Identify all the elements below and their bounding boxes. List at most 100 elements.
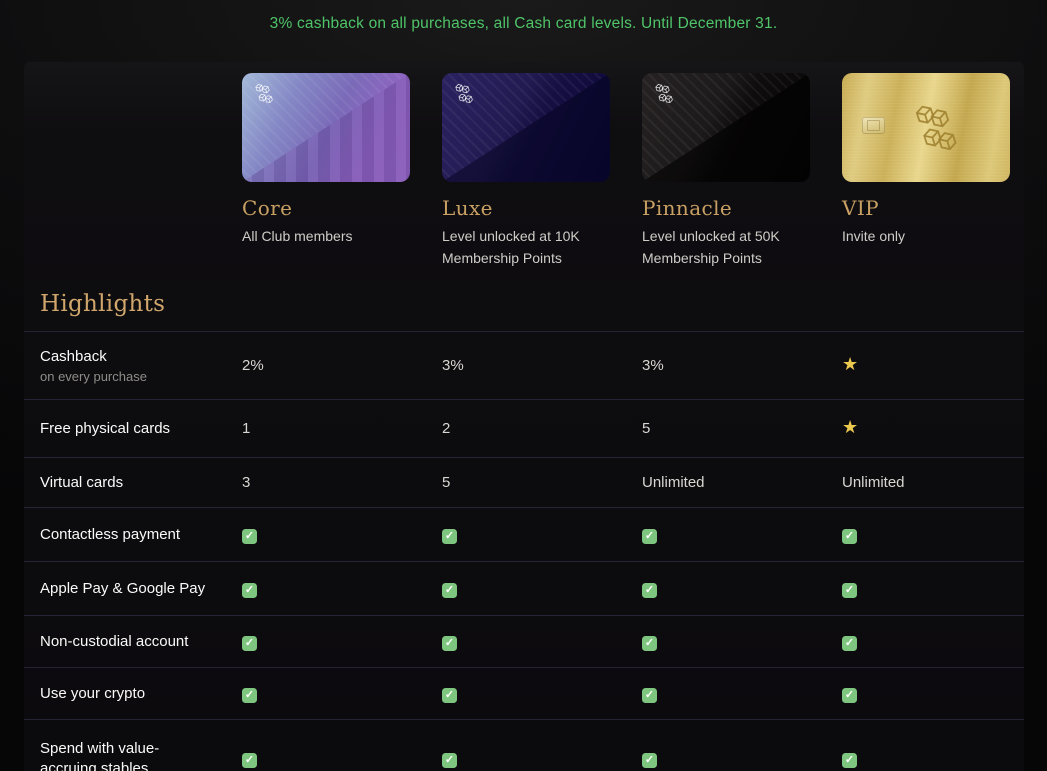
check-icon: ✓ [642, 753, 657, 768]
check-icon: ✓ [442, 753, 457, 768]
comparison-table: Cashback on every purchase 2%3%3%★ Free … [24, 331, 1024, 771]
card-name: Luxe [442, 195, 642, 221]
star-icon: ★ [842, 418, 858, 436]
row-label-cell: Free physical cards [24, 419, 242, 439]
check-icon: ✓ [842, 583, 857, 598]
card-description: Level unlocked at 10K Membership Points [442, 225, 607, 269]
brand-logo-icon [252, 81, 276, 107]
check-icon: ✓ [842, 529, 857, 544]
cell-value: 5 [642, 420, 842, 437]
cell-star: ★ [842, 356, 1024, 375]
check-icon: ✓ [842, 636, 857, 651]
cell-check: ✓ [642, 685, 842, 703]
row-label: Non-custodial account [40, 632, 212, 652]
card-artwork [242, 73, 410, 182]
card-name: Core [242, 195, 442, 221]
row-label-cell: Virtual cards [24, 473, 242, 493]
card-comparison-panel: Core All Club members Luxe Level unlocke… [24, 62, 1024, 771]
check-icon: ✓ [442, 688, 457, 703]
cell-value: 2 [442, 420, 642, 437]
cell-check: ✓ [642, 633, 842, 651]
cell-value: 2% [242, 357, 442, 374]
cell-value: 1 [242, 420, 442, 437]
check-icon: ✓ [642, 688, 657, 703]
table-row: Virtual cards 35UnlimitedUnlimited [24, 458, 1024, 508]
row-label: Free physical cards [40, 419, 212, 439]
cell-check: ✓ [442, 750, 642, 768]
check-icon: ✓ [242, 688, 257, 703]
card-column: Core All Club members [242, 73, 442, 247]
row-label: Spend with value-accruing stables [40, 739, 212, 771]
table-row: Cashback on every purchase 2%3%3%★ [24, 332, 1024, 400]
table-row: Free physical cards 125★ [24, 400, 1024, 458]
card-artwork [442, 73, 610, 182]
cell-check: ✓ [242, 750, 442, 768]
emv-chip-icon [862, 117, 885, 134]
cell-check: ✓ [842, 633, 1024, 651]
card-column: Pinnacle Level unlocked at 50K Membershi… [642, 73, 842, 269]
check-icon: ✓ [642, 529, 657, 544]
check-icon: ✓ [442, 583, 457, 598]
cell-check: ✓ [842, 580, 1024, 598]
card-description: Level unlocked at 50K Membership Points [642, 225, 807, 269]
check-icon: ✓ [842, 688, 857, 703]
check-icon: ✓ [442, 636, 457, 651]
table-row: Non-custodial account ✓ ✓ ✓ ✓ [24, 616, 1024, 668]
card-name: Pinnacle [642, 195, 842, 221]
cell-value: 5 [442, 474, 642, 491]
star-icon: ★ [842, 355, 858, 373]
row-label-cell: Apple Pay & Google Pay [24, 579, 242, 599]
cell-check: ✓ [242, 685, 442, 703]
cell-check: ✓ [842, 526, 1024, 544]
cell-check: ✓ [642, 750, 842, 768]
cell-check: ✓ [242, 580, 442, 598]
table-row: Contactless payment ✓ ✓ ✓ ✓ [24, 508, 1024, 562]
row-label-cell: Contactless payment [24, 525, 242, 545]
cards-row: Core All Club members Luxe Level unlocke… [24, 62, 1024, 269]
card-artwork [642, 73, 810, 182]
brand-logo-icon [452, 81, 476, 107]
section-title-highlights: Highlights [40, 289, 1024, 319]
row-label-cell: Spend with value-accruing stables [24, 739, 242, 771]
table-row: Apple Pay & Google Pay ✓ ✓ ✓ ✓ [24, 562, 1024, 616]
row-label: Virtual cards [40, 473, 212, 493]
cell-value: 3% [642, 357, 842, 374]
cell-check: ✓ [642, 580, 842, 598]
check-icon: ✓ [842, 753, 857, 768]
card-description: Invite only [842, 225, 1007, 247]
row-label: Use your crypto [40, 684, 212, 704]
cell-check: ✓ [842, 685, 1024, 703]
cell-check: ✓ [242, 633, 442, 651]
promo-banner: 3% cashback on all purchases, all Cash c… [0, 0, 1047, 48]
card-name: VIP [842, 195, 1024, 221]
row-label-cell: Cashback on every purchase [24, 347, 242, 385]
row-sublabel: on every purchase [40, 368, 242, 385]
cell-check: ✓ [442, 526, 642, 544]
row-label-cell: Non-custodial account [24, 632, 242, 652]
check-icon: ✓ [242, 636, 257, 651]
check-icon: ✓ [242, 583, 257, 598]
cell-check: ✓ [242, 526, 442, 544]
cell-value: 3 [242, 474, 442, 491]
check-icon: ✓ [242, 753, 257, 768]
row-label: Contactless payment [40, 525, 212, 545]
cell-value: Unlimited [842, 474, 1024, 491]
cell-check: ✓ [442, 580, 642, 598]
table-row: Use your crypto ✓ ✓ ✓ ✓ [24, 668, 1024, 720]
cell-value: 3% [442, 357, 642, 374]
cell-value: Unlimited [642, 474, 842, 491]
row-label-cell: Use your crypto [24, 684, 242, 704]
check-icon: ✓ [442, 529, 457, 544]
promo-banner-text: 3% cashback on all purchases, all Cash c… [270, 15, 778, 33]
card-artwork [842, 73, 1010, 182]
brand-logo-icon [652, 81, 676, 107]
check-icon: ✓ [642, 583, 657, 598]
table-row: Spend with value-accruing stables ✓ ✓ ✓ ✓ [24, 720, 1024, 771]
row-label: Cashback [40, 347, 212, 367]
check-icon: ✓ [642, 636, 657, 651]
card-description: All Club members [242, 225, 407, 247]
row-label: Apple Pay & Google Pay [40, 579, 212, 599]
check-icon: ✓ [242, 529, 257, 544]
cell-check: ✓ [842, 750, 1024, 768]
cell-check: ✓ [442, 685, 642, 703]
